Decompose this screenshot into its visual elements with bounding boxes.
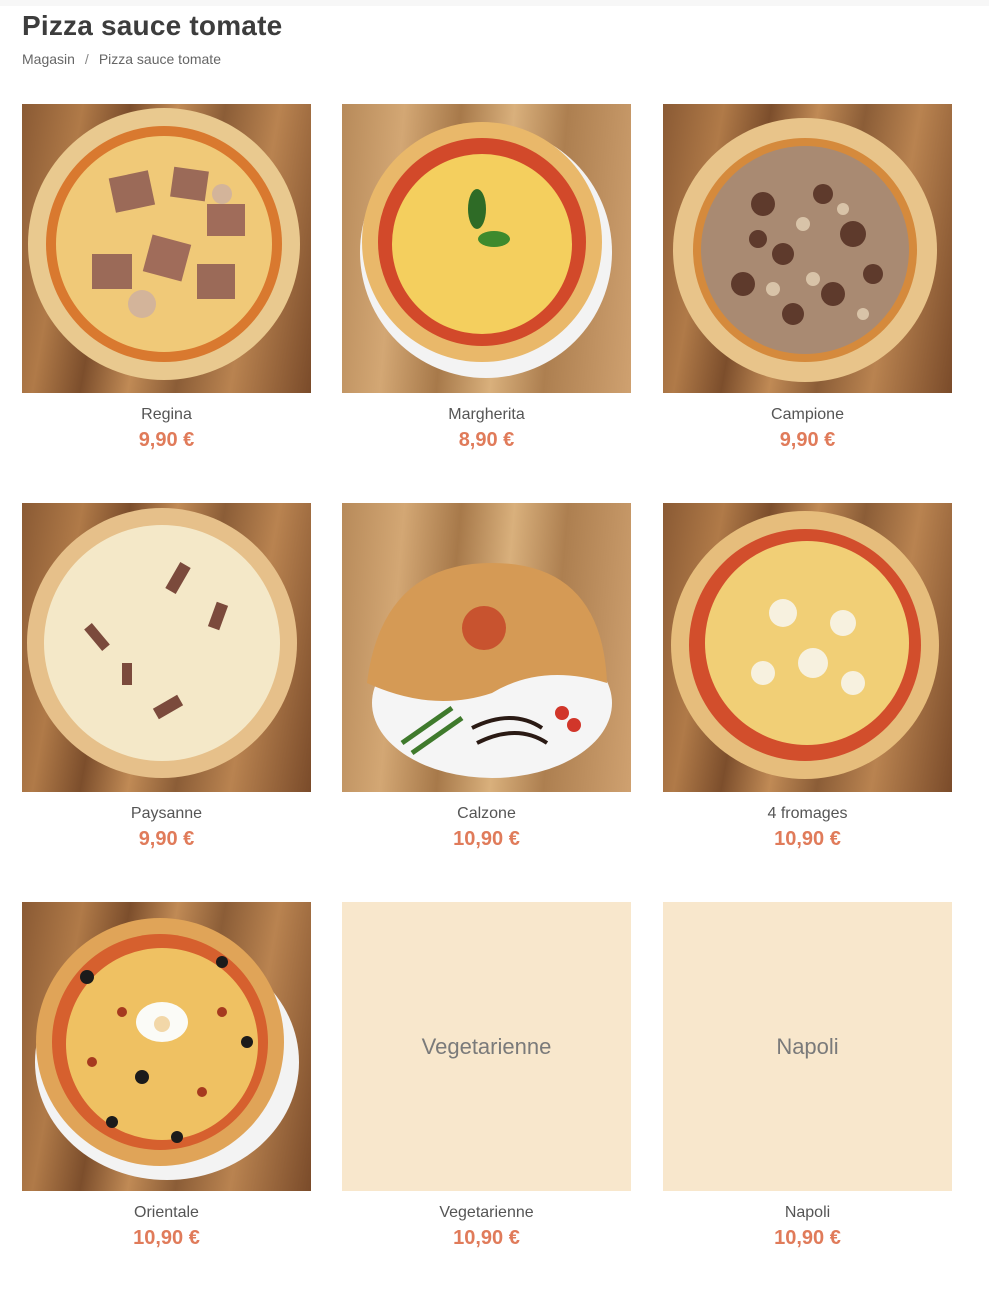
breadcrumb-home-link[interactable]: Magasin bbox=[22, 51, 75, 67]
product-image-orientale[interactable] bbox=[22, 902, 311, 1191]
product-image-placeholder[interactable]: Vegetarienne bbox=[342, 902, 631, 1191]
product-card-orientale[interactable]: Orientale 10,90 € bbox=[22, 902, 311, 1262]
page-title: Pizza sauce tomate bbox=[22, 10, 283, 41]
product-price: 10,90 € bbox=[453, 828, 520, 850]
product-name[interactable]: 4 fromages bbox=[663, 805, 952, 823]
product-image-calzone[interactable] bbox=[342, 503, 631, 792]
product-name[interactable]: Calzone bbox=[342, 805, 631, 823]
product-price: 10,90 € bbox=[774, 1227, 841, 1249]
product-image-paysanne[interactable] bbox=[22, 503, 311, 792]
product-card-napoli[interactable]: Napoli Napoli 10,90 € bbox=[663, 902, 952, 1262]
product-image-placeholder[interactable]: Napoli bbox=[663, 902, 952, 1191]
calzone-image bbox=[367, 563, 612, 778]
breadcrumb-separator: / bbox=[84, 51, 89, 67]
product-card-margherita[interactable]: Margherita 8,90 € bbox=[342, 104, 631, 464]
product-price: 10,90 € bbox=[453, 1227, 520, 1249]
product-name[interactable]: Paysanne bbox=[22, 805, 311, 823]
product-image-margherita[interactable] bbox=[342, 104, 631, 393]
pizza-image bbox=[35, 918, 299, 1180]
breadcrumb-current: Pizza sauce tomate bbox=[98, 51, 221, 67]
product-card-paysanne[interactable]: Paysanne 9,90 € bbox=[22, 503, 311, 863]
product-card-calzone[interactable]: Calzone 10,90 € bbox=[342, 503, 631, 863]
product-card-regina[interactable]: Regina 9,90 € bbox=[22, 104, 311, 464]
product-name[interactable]: Orientale bbox=[22, 1204, 311, 1222]
product-name[interactable]: Vegetarienne bbox=[342, 1204, 631, 1222]
pizza-image bbox=[671, 511, 939, 779]
product-price: 9,90 € bbox=[138, 828, 195, 850]
pizza-image bbox=[673, 118, 937, 382]
pizza-image bbox=[360, 122, 612, 378]
product-card-campione[interactable]: Campione 9,90 € bbox=[663, 104, 952, 464]
product-card-4-fromages[interactable]: 4 fromages 10,90 € bbox=[663, 503, 952, 863]
product-price: 9,90 € bbox=[779, 429, 836, 451]
breadcrumb: Magasin / Pizza sauce tomate bbox=[22, 51, 221, 67]
product-name[interactable]: Margherita bbox=[342, 406, 631, 424]
product-card-vegetarienne[interactable]: Vegetarienne Vegetarienne 10,90 € bbox=[342, 902, 631, 1262]
product-image-4-fromages[interactable] bbox=[663, 503, 952, 792]
product-grid: Regina 9,90 € Margherita 8,90 € Campione… bbox=[22, 104, 952, 1264]
product-image-regina[interactable] bbox=[22, 104, 311, 393]
product-price: 8,90 € bbox=[458, 429, 515, 451]
product-price: 10,90 € bbox=[133, 1227, 200, 1249]
product-name[interactable]: Napoli bbox=[663, 1204, 952, 1222]
product-name[interactable]: Campione bbox=[663, 406, 952, 424]
product-price: 9,90 € bbox=[138, 429, 195, 451]
pizza-image bbox=[28, 108, 300, 380]
product-name[interactable]: Regina bbox=[22, 406, 311, 424]
product-image-campione[interactable] bbox=[663, 104, 952, 393]
product-price: 10,90 € bbox=[774, 828, 841, 850]
pizza-image bbox=[27, 508, 297, 778]
